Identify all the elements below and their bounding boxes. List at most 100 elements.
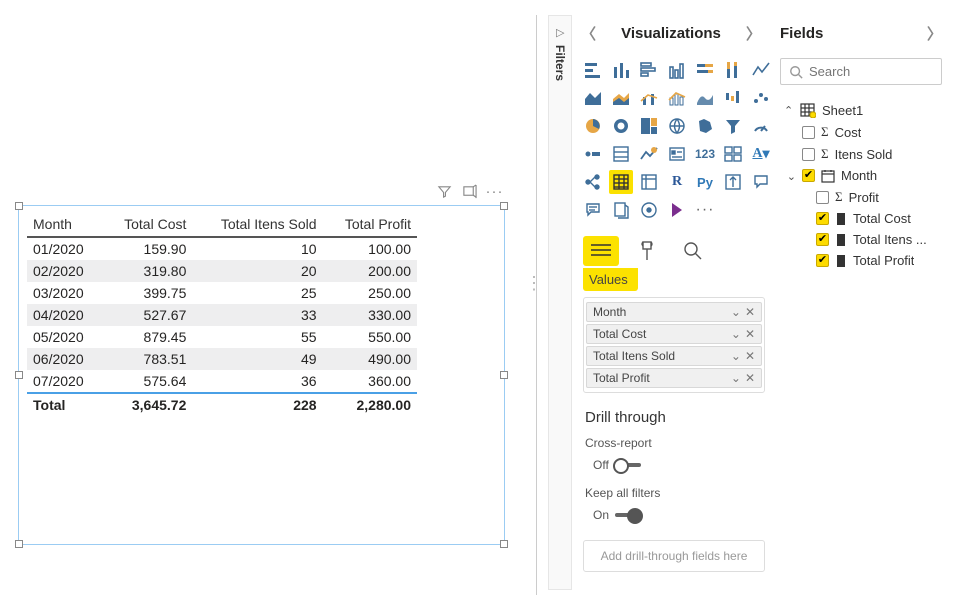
field-checkbox[interactable]	[802, 126, 815, 139]
area-chart-icon[interactable]	[581, 86, 605, 110]
filters-pane-collapsed[interactable]: ◁ Filters	[548, 15, 572, 590]
waterfall-icon[interactable]	[721, 86, 745, 110]
pane-drag-handle[interactable]	[528, 267, 538, 301]
field-checkbox[interactable]: ✔	[816, 233, 829, 246]
arcgis-icon[interactable]	[637, 198, 661, 222]
pane-collapse-left-icon[interactable]: 〈	[581, 23, 596, 44]
line-stacked-column-icon[interactable]	[637, 86, 661, 110]
field-item[interactable]: Σ Cost	[780, 121, 942, 143]
col-header[interactable]: Total Profit	[323, 212, 417, 237]
scatter-icon[interactable]	[749, 86, 773, 110]
chevron-down-icon[interactable]: ⌄	[731, 371, 741, 385]
toggle-off-icon[interactable]	[615, 460, 641, 470]
kpi-icon[interactable]	[637, 142, 661, 166]
more-visuals-icon[interactable]: ···	[693, 198, 717, 222]
map-icon[interactable]	[665, 114, 689, 138]
resize-handle[interactable]	[500, 540, 508, 548]
number-card-icon[interactable]: 123	[693, 142, 717, 166]
field-group-month[interactable]: ⌃ ✔ Month	[780, 165, 942, 186]
resize-handle[interactable]	[15, 371, 23, 379]
gauge-icon[interactable]	[749, 114, 773, 138]
stacked-bar-icon[interactable]	[581, 58, 605, 82]
funnel-icon[interactable]	[721, 114, 745, 138]
caret-down-icon[interactable]: ⌃	[784, 104, 794, 117]
pie-icon[interactable]	[581, 114, 605, 138]
fields-search[interactable]	[780, 58, 942, 85]
field-pill[interactable]: Total Itens Sold ⌄✕	[586, 346, 762, 366]
paginated-report-icon[interactable]	[609, 198, 633, 222]
chevron-down-icon[interactable]: ⌄	[731, 305, 741, 319]
table-visual-icon[interactable]	[609, 170, 633, 194]
chevron-down-icon[interactable]: ⌄	[731, 349, 741, 363]
python-visual-icon[interactable]: Py	[693, 170, 717, 194]
qa-visual-icon[interactable]	[749, 170, 773, 194]
caret-down-icon[interactable]: ⌃	[786, 169, 796, 182]
col-header[interactable]: Total Cost	[103, 212, 193, 237]
multirow-card-icon[interactable]	[609, 142, 633, 166]
fields-search-input[interactable]	[809, 64, 960, 79]
field-checkbox[interactable]	[816, 191, 829, 204]
field-item[interactable]: Σ Profit	[780, 186, 942, 208]
field-item[interactable]: Σ Itens Sold	[780, 143, 942, 165]
clustered-column-icon[interactable]	[665, 58, 689, 82]
remove-icon[interactable]: ✕	[745, 327, 755, 341]
col-header[interactable]: Total Itens Sold	[192, 212, 322, 237]
report-canvas[interactable]: ··· Month Total Cost Total Itens Sold To…	[0, 0, 530, 606]
field-pill[interactable]: Total Profit ⌄✕	[586, 368, 762, 388]
table-visual[interactable]: ··· Month Total Cost Total Itens Sold To…	[18, 205, 505, 545]
r-visual-icon[interactable]: R	[665, 170, 689, 194]
treemap-icon[interactable]	[637, 114, 661, 138]
expand-filters-icon[interactable]: ◁	[556, 26, 564, 39]
stacked100-column-icon[interactable]	[721, 58, 745, 82]
resize-handle[interactable]	[15, 540, 23, 548]
pane-collapse-icon[interactable]: 〉	[927, 23, 942, 44]
multirow-number-icon[interactable]	[721, 142, 745, 166]
decomposition-tree-icon[interactable]	[581, 170, 605, 194]
powerapps-icon[interactable]	[665, 198, 689, 222]
line-clustered-column-icon[interactable]	[665, 86, 689, 110]
filter-icon[interactable]	[437, 184, 452, 199]
col-header[interactable]: Month	[27, 212, 103, 237]
focus-mode-icon[interactable]	[462, 184, 477, 199]
key-influencers-icon[interactable]	[721, 170, 745, 194]
format-tab[interactable]	[629, 236, 665, 266]
slicer-icon[interactable]	[665, 142, 689, 166]
toggle-on-icon[interactable]	[615, 510, 641, 520]
resize-handle[interactable]	[500, 371, 508, 379]
more-options-icon[interactable]: ···	[487, 184, 502, 199]
field-item[interactable]: ✔ Total Itens ...	[780, 229, 942, 250]
remove-icon[interactable]: ✕	[745, 371, 755, 385]
pane-collapse-right-icon[interactable]: 〉	[746, 23, 761, 44]
chevron-down-icon[interactable]: ⌄	[731, 327, 741, 341]
table-node[interactable]: ⌃ Sheet1	[780, 99, 942, 121]
card-icon[interactable]	[581, 142, 605, 166]
field-checkbox[interactable]: ✔	[802, 169, 815, 182]
remove-icon[interactable]: ✕	[745, 349, 755, 363]
clustered-bar-icon[interactable]	[637, 58, 661, 82]
donut-icon[interactable]	[609, 114, 633, 138]
field-pill[interactable]: Total Cost ⌄✕	[586, 324, 762, 344]
narrative-visual-icon[interactable]	[581, 198, 605, 222]
line-chart-icon[interactable]	[749, 58, 773, 82]
analytics-tab[interactable]	[675, 236, 711, 266]
pane-divider[interactable]	[536, 15, 537, 595]
field-pill[interactable]: Month ⌄✕	[586, 302, 762, 322]
resize-handle[interactable]	[15, 202, 23, 210]
field-item[interactable]: ✔ Total Cost	[780, 208, 942, 229]
azure-maps-icon[interactable]: A▾	[749, 142, 773, 166]
field-checkbox[interactable]	[802, 148, 815, 161]
field-checkbox[interactable]: ✔	[816, 212, 829, 225]
field-item[interactable]: ✔ Total Profit	[780, 250, 942, 271]
fields-tab[interactable]	[583, 236, 619, 266]
filled-map-icon[interactable]	[693, 114, 717, 138]
values-well[interactable]: Month ⌄✕ Total Cost ⌄✕ Total Itens Sold …	[583, 297, 765, 393]
field-checkbox[interactable]: ✔	[816, 254, 829, 267]
ribbon-chart-icon[interactable]	[693, 86, 717, 110]
stacked-column-icon[interactable]	[609, 58, 633, 82]
keep-filters-toggle[interactable]: On	[585, 504, 763, 532]
drill-through-drop-area[interactable]: Add drill-through fields here	[583, 540, 765, 572]
cross-report-toggle[interactable]: Off	[585, 454, 763, 482]
matrix-icon[interactable]	[637, 170, 661, 194]
stacked-area-icon[interactable]	[609, 86, 633, 110]
remove-icon[interactable]: ✕	[745, 305, 755, 319]
